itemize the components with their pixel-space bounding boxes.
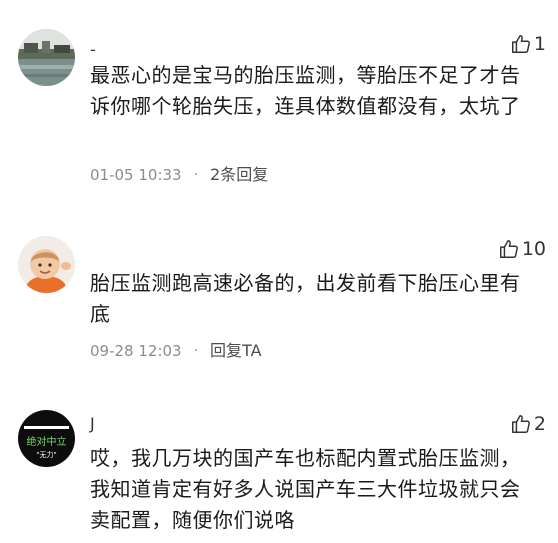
thumbs-up-icon — [511, 35, 530, 53]
like-button[interactable]: 1 — [510, 33, 546, 55]
avatar-image — [18, 236, 75, 293]
comment-meta: 01-05 10:33 · 2条回复 — [90, 165, 268, 185]
avatar[interactable]: 绝对中立 "无力" — [18, 410, 75, 467]
comment-item: 绝对中立 "无力" J 2 哎，我几万块的国产车也标配内置式胎压监测，我知道肯定… — [0, 390, 558, 543]
comment-item: - 1 最恶心的是宝马的胎压监测，等胎压不足了才告诉你哪个轮胎失压，连具体数值都… — [0, 0, 558, 200]
avatar[interactable] — [18, 29, 75, 86]
like-count: 1 — [533, 33, 546, 55]
like-count: 2 — [533, 413, 546, 435]
thumbs-up-icon — [511, 415, 530, 433]
username[interactable]: - — [90, 40, 96, 60]
avatar[interactable] — [18, 236, 75, 293]
comment-text: 最恶心的是宝马的胎压监测，等胎压不足了才告诉你哪个轮胎失压，连具体数值都没有，太… — [90, 63, 521, 118]
comment-time: 09-28 12:03 — [90, 342, 182, 360]
comment-time: 01-05 10:33 — [90, 166, 182, 184]
like-button[interactable]: 10 — [498, 238, 546, 260]
avatar-image — [18, 29, 75, 86]
like-button[interactable]: 2 — [510, 413, 546, 435]
avatar-text-bottom: "无力" — [36, 450, 56, 459]
reply-button[interactable]: 回复TA — [210, 341, 261, 361]
thumbs-up-icon — [499, 240, 518, 258]
comment-meta: 09-28 12:03 · 回复TA — [90, 341, 262, 361]
comment-item: 10 胎压监测跑高速必备的，出发前看下胎压心里有底 09-28 12:03 · … — [0, 200, 558, 390]
separator-dot: · — [193, 343, 199, 359]
reply-count-button[interactable]: 2条回复 — [210, 165, 268, 185]
comment-text: 胎压监测跑高速必备的，出发前看下胎压心里有底 — [90, 271, 521, 326]
avatar-text-top: 绝对中立 — [27, 435, 67, 448]
like-count: 10 — [521, 238, 546, 260]
comment-text: 哎，我几万块的国产车也标配内置式胎压监测，我知道肯定有好多人说国产车三大件垃圾就… — [90, 446, 521, 532]
avatar-image: 绝对中立 "无力" — [18, 410, 75, 467]
separator-dot: · — [193, 167, 199, 183]
username[interactable]: J — [90, 414, 95, 434]
